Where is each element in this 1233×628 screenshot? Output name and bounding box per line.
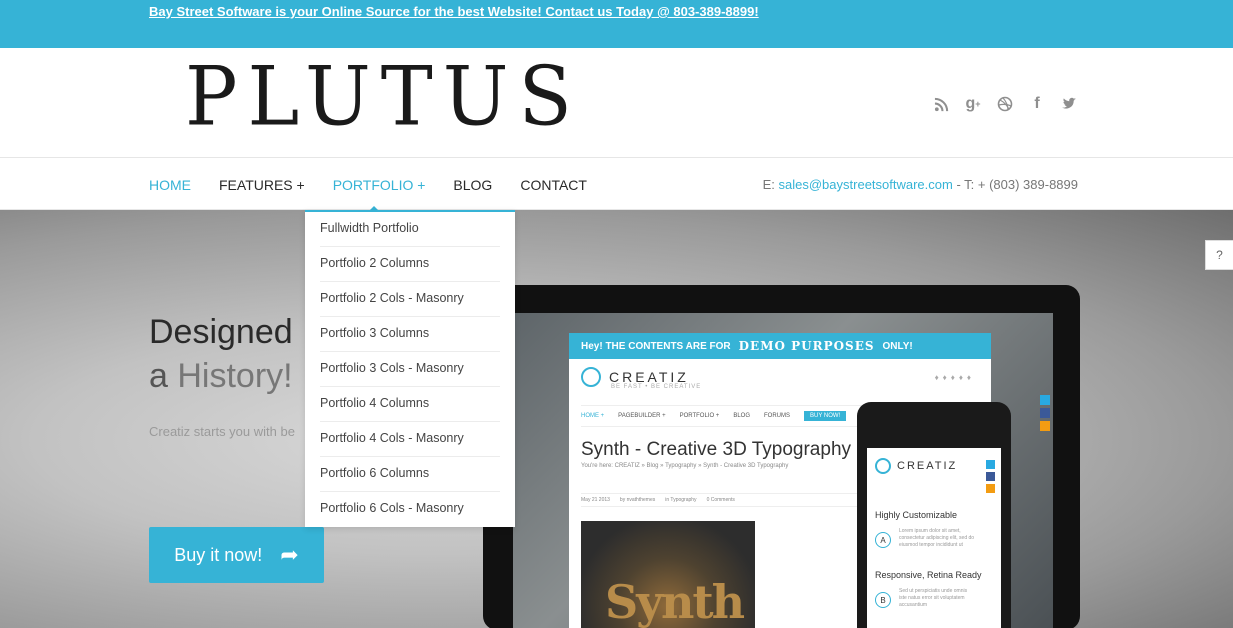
mockup-strip-big: DEMO PURPOSES	[738, 339, 875, 353]
mockup-meta-by: by nvaththemes	[619, 497, 656, 503]
mockup-brand-name: CREATIZ	[609, 369, 689, 385]
dropdown-item-portfolio-3-cols-masonry[interactable]: Portfolio 3 Cols - Masonry	[320, 352, 500, 387]
main-navigation: HOME FEATURES + PORTFOLIO + BLOG CONTACT…	[0, 159, 1233, 211]
contact-prefix: E:	[762, 177, 779, 192]
dropdown-item-portfolio-3-columns[interactable]: Portfolio 3 Columns	[320, 317, 500, 352]
nav-portfolio[interactable]: PORTFOLIO +	[333, 159, 425, 211]
mockup-nav-item: FORUMS	[764, 413, 790, 419]
phone-text-1: Lorem ipsum dolor sit amet, consectetur …	[899, 528, 975, 548]
nav-blog[interactable]: BLOG	[453, 159, 492, 210]
header-contact-info: E: sales@baystreetsoftware.com - T: + (8…	[763, 177, 1078, 192]
facebook-icon	[1040, 408, 1050, 418]
creatiz-logo-icon	[875, 458, 891, 474]
mockup-brand: CREATIZ BE FAST • BE CREATIVE	[581, 367, 700, 390]
mockup-meta-in: in Typography	[665, 497, 697, 503]
facebook-icon	[986, 472, 995, 481]
dropdown-item-portfolio-4-cols-masonry[interactable]: Portfolio 4 Cols - Masonry	[320, 422, 500, 457]
mockup-strip-end: ONLY!	[882, 340, 913, 352]
share-arrow-icon: ➦	[280, 542, 299, 567]
phone-text-2: Sed ut perspiciatis unde omnis iste natu…	[899, 588, 968, 608]
mockup-side-social	[1040, 395, 1050, 431]
mockup-nav-item: HOME +	[581, 413, 605, 419]
hero-line-1: Designed	[149, 313, 293, 351]
top-announcement-bar: Bay Street Software is your Online Sourc…	[0, 0, 1233, 54]
buy-now-label: Buy it now!	[174, 544, 263, 565]
phone-social-icons	[986, 460, 995, 493]
phone-heading-1: Highly Customizable	[875, 510, 958, 520]
site-logo[interactable]: PLUTUS	[185, 56, 582, 138]
contact-email-link[interactable]: sales@baystreetsoftware.com	[779, 177, 953, 192]
mockup-brand-tag: BE FAST • BE CREATIVE	[611, 384, 702, 390]
phone-brand: CREATIZ	[875, 458, 957, 474]
mockup-breadcrumb: You're here: CREATIZ » Blog » Typography…	[581, 463, 789, 469]
phone-mockup: CREATIZ Highly Customizable A Lorem ipsu…	[857, 402, 1011, 628]
portfolio-dropdown-menu: Fullwidth Portfolio Portfolio 2 Columns …	[305, 210, 515, 527]
phone-heading-2: Responsive, Retina Ready	[875, 570, 982, 580]
twitter-icon[interactable]	[1060, 95, 1078, 113]
mockup-nav-item: PORTFOLIO +	[679, 413, 720, 419]
rss-icon[interactable]	[932, 95, 950, 113]
dropdown-item-portfolio-4-columns[interactable]: Portfolio 4 Columns	[320, 387, 500, 422]
announcement-link[interactable]: Bay Street Software is your Online Sourc…	[149, 4, 759, 19]
mockup-meta-comments: 0 Comments	[706, 497, 735, 503]
phone-circle-b: B	[875, 592, 891, 608]
buy-now-button[interactable]: Buy it now! ➦	[149, 527, 324, 583]
hero-subtext: Creatiz starts you with be	[149, 424, 295, 439]
dropdown-item-portfolio-6-cols-masonry[interactable]: Portfolio 6 Cols - Masonry	[320, 492, 500, 527]
mockup-post-image: Synth	[581, 521, 755, 628]
hero-line-2: a History!	[149, 354, 293, 398]
nav-contact[interactable]: CONTACT	[520, 159, 587, 210]
nav-features[interactable]: FEATURES +	[219, 159, 305, 210]
phone-circle-a: A	[875, 532, 891, 548]
dropdown-item-portfolio-2-columns[interactable]: Portfolio 2 Columns	[320, 247, 500, 282]
social-links: g + f	[932, 95, 1078, 113]
mockup-demo-strip: Hey! THE CONTENTS ARE FOR DEMO PURPOSES …	[569, 333, 991, 359]
dropdown-item-portfolio-6-columns[interactable]: Portfolio 6 Columns	[320, 457, 500, 492]
mockup-nav-buy: BUY NOW!	[804, 411, 847, 421]
site-header: PLUTUS g + f	[0, 48, 1233, 158]
mockup-nav-item: PAGEBUILDER +	[618, 413, 666, 419]
google-plus-icon[interactable]: g +	[964, 95, 982, 113]
mockup-nav-item: BLOG	[733, 413, 750, 419]
creatiz-logo-icon	[581, 367, 601, 387]
dropdown-item-portfolio-2-cols-masonry[interactable]: Portfolio 2 Cols - Masonry	[320, 282, 500, 317]
mockup-social-icons: ♦♦♦♦♦	[934, 373, 975, 382]
facebook-icon[interactable]: f	[1028, 95, 1046, 113]
mockup-meta-date: May 21 2013	[581, 497, 610, 503]
twitter-icon	[986, 460, 995, 469]
mockup-strip-intro: Hey! THE CONTENTS ARE FOR	[581, 340, 731, 352]
rss-icon	[1040, 421, 1050, 431]
contact-phone: - T: + (803) 389-8899	[952, 177, 1078, 192]
hero-section: Designed a History! Creatiz starts you w…	[0, 210, 1233, 628]
rss-icon	[986, 484, 995, 493]
mockup-post-title: Synth - Creative 3D Typography	[581, 439, 852, 460]
phone-screen: CREATIZ Highly Customizable A Lorem ipsu…	[867, 448, 1001, 628]
hero-highlight: History!	[177, 357, 293, 395]
mockup-image-word: Synth	[605, 575, 745, 628]
hero-line-2-prefix: a	[149, 357, 178, 395]
nav-home[interactable]: HOME	[149, 159, 191, 210]
twitter-icon	[1040, 395, 1050, 405]
help-tab[interactable]: ?	[1205, 240, 1233, 270]
dribbble-icon[interactable]	[996, 95, 1014, 113]
phone-brand-name: CREATIZ	[897, 460, 958, 472]
hero-heading: Designed a History!	[149, 310, 293, 398]
dropdown-item-fullwidth-portfolio[interactable]: Fullwidth Portfolio	[320, 212, 500, 247]
